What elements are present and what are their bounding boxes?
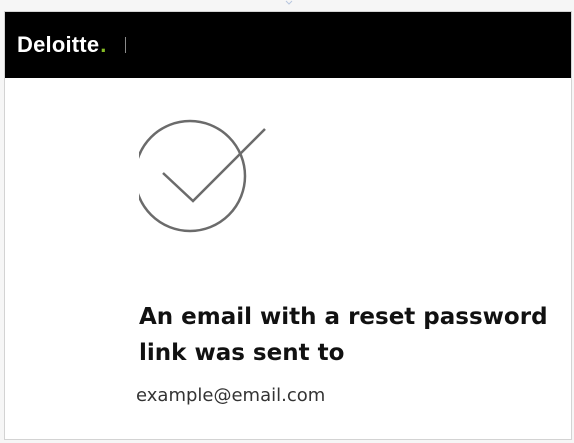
brand-logo: Deloitte. (17, 34, 107, 56)
header-divider (124, 37, 126, 53)
confirmation-message: An email with a reset password link was … (139, 304, 548, 366)
scroll-indicator-icon (285, 0, 293, 5)
reset-confirmation-card: Deloitte. An email with a reset password… (4, 11, 572, 440)
brand-name: Deloitte (17, 32, 100, 57)
header-bar: Deloitte. (5, 12, 571, 78)
brand-dot: . (100, 32, 107, 57)
checkmark-circle-icon (139, 119, 266, 233)
email-address: example@email.com (136, 385, 326, 406)
